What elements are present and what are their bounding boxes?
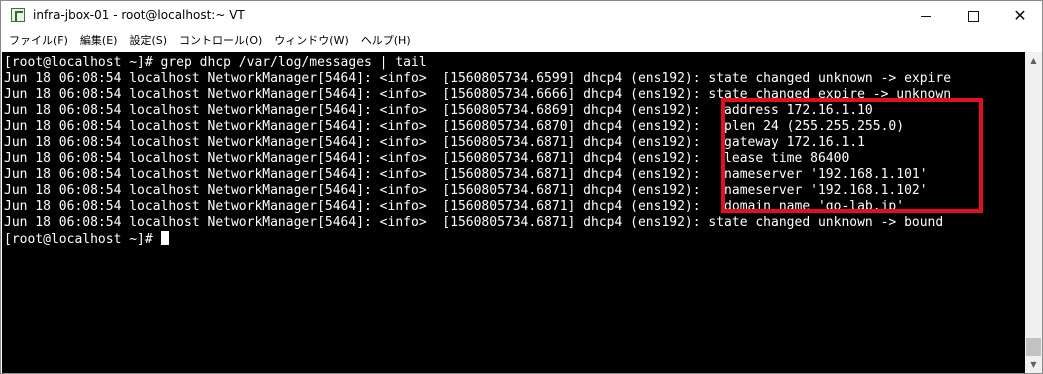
text-cursor (160, 231, 169, 245)
terminal-line: Jun 18 06:08:54 localhost NetworkManager… (4, 71, 952, 86)
menu-help[interactable]: ヘルプ(H) (356, 31, 416, 51)
highlight-box (721, 98, 983, 213)
terminal-line: [root@localhost ~]# grep dhcp /var/log/m… (4, 55, 427, 70)
prompt-line: [root@localhost ~]# (4, 231, 951, 247)
window-title: infra-jbox-01 - root@localhost:~ VT (33, 8, 245, 22)
title-bar[interactable]: infra-jbox-01 - root@localhost:~ VT ✕ (1, 1, 1042, 31)
scroll-down-arrow-icon[interactable]: ▼ (1025, 356, 1042, 373)
vertical-scrollbar[interactable]: ▲ ▼ (1025, 52, 1042, 373)
close-button[interactable]: ✕ (997, 1, 1043, 31)
menu-window[interactable]: ウィンドウ(W) (269, 31, 353, 51)
minimize-button[interactable] (903, 1, 949, 31)
minimize-icon (921, 15, 931, 17)
menu-control[interactable]: コントロール(O) (174, 31, 267, 51)
close-icon: ✕ (1013, 6, 1027, 25)
terminal-line: Jun 18 06:08:54 localhost NetworkManager… (4, 215, 944, 230)
menu-file[interactable]: ファイル(F) (4, 31, 73, 51)
shell-prompt: [root@localhost ~]# (4, 232, 161, 247)
terminal-area[interactable]: [root@localhost ~]# grep dhcp /var/log/m… (2, 52, 1025, 373)
app-icon (11, 8, 25, 22)
maximize-icon (967, 10, 979, 22)
scroll-thumb[interactable] (1026, 338, 1041, 356)
menu-settings[interactable]: 設定(S) (124, 31, 172, 51)
maximize-button[interactable] (950, 1, 996, 31)
terminal-window: infra-jbox-01 - root@localhost:~ VT ✕ ファ… (0, 0, 1043, 374)
menu-edit[interactable]: 編集(E) (75, 31, 123, 51)
scroll-up-arrow-icon[interactable]: ▲ (1025, 52, 1042, 69)
menu-bar: ファイル(F) 編集(E) 設定(S) コントロール(O) ウィンドウ(W) ヘ… (1, 31, 1042, 51)
